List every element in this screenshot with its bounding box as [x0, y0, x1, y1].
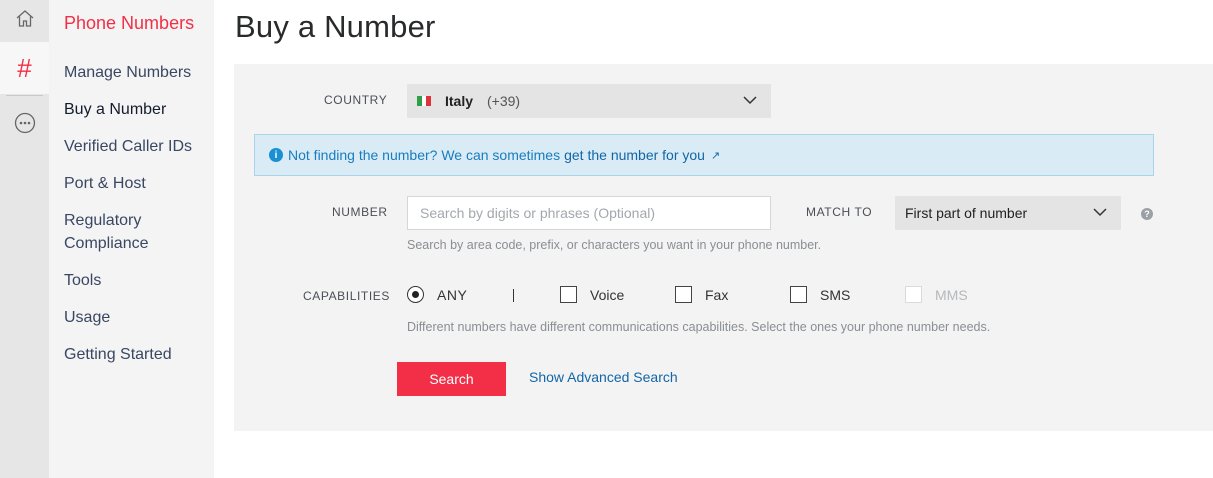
get-number-link[interactable]: get the number for you [564, 147, 705, 163]
help-question-icon[interactable]: ? [1141, 208, 1153, 220]
subnav-title: Phone Numbers [64, 13, 195, 33]
number-label: NUMBER [332, 205, 388, 219]
chevron-down-icon [743, 96, 757, 105]
capability-divider [513, 289, 514, 302]
match-to-select[interactable]: First part of number [895, 196, 1121, 230]
subnav-item-verified-caller-ids[interactable]: Verified Caller IDs [64, 135, 192, 158]
hash-icon: # [17, 52, 32, 83]
phone-numbers-nav-button[interactable]: # [0, 42, 49, 94]
home-button[interactable] [0, 0, 49, 38]
capability-label: Fax [705, 286, 729, 303]
subnav-item-regulatory-compliance[interactable]: Regulatory Compliance [64, 209, 148, 255]
more-button[interactable] [0, 104, 49, 142]
match-to-value: First part of number [905, 205, 1028, 221]
checkbox-icon [675, 286, 692, 303]
country-label: COUNTRY [324, 93, 388, 107]
number-search-input[interactable] [407, 196, 771, 230]
capability-fax-checkbox[interactable]: Fax [675, 286, 728, 303]
chevron-down-icon [1093, 208, 1107, 217]
checkbox-icon [905, 286, 922, 303]
capabilities-label: CAPABILITIES [303, 289, 391, 303]
buy-number-form-panel: COUNTRY Italy (+39) i Not finding the nu… [234, 64, 1213, 431]
country-name: Italy [445, 93, 474, 109]
checkbox-icon [560, 286, 577, 303]
subnav-item-port-host[interactable]: Port & Host [64, 172, 146, 195]
subnav-item-label-line2: Compliance [64, 235, 149, 252]
italy-flag-icon [417, 96, 432, 106]
country-code: (+39) [487, 93, 521, 109]
match-to-label: MATCH TO [806, 205, 873, 219]
capability-voice-checkbox[interactable]: Voice [560, 286, 624, 303]
capabilities-help-text: Different numbers have different communi… [407, 320, 991, 334]
page-title: Buy a Number [235, 9, 436, 44]
capability-label: MMS [935, 286, 968, 303]
subnav-item-getting-started[interactable]: Getting Started [64, 343, 172, 366]
capability-label: ANY [437, 286, 468, 303]
capability-label: Voice [590, 286, 625, 303]
subnav-item-usage[interactable]: Usage [64, 306, 110, 329]
subnav-item-tools[interactable]: Tools [64, 269, 101, 292]
capability-mms-checkbox: MMS [905, 286, 968, 303]
info-banner: i Not finding the number? We can sometim… [254, 134, 1154, 176]
rail-divider [6, 95, 43, 96]
country-select[interactable]: Italy (+39) [407, 84, 771, 118]
capability-sms-checkbox[interactable]: SMS [790, 286, 850, 303]
subnav-item-label-line1: Regulatory [64, 212, 142, 229]
sub-navigation: Phone Numbers Manage Numbers Buy a Numbe… [49, 0, 214, 478]
search-button[interactable]: Search [397, 362, 506, 396]
home-icon [16, 10, 33, 27]
subnav-item-manage-numbers[interactable]: Manage Numbers [64, 61, 191, 84]
info-icon: i [269, 148, 283, 162]
info-text: Not finding the number? We can sometimes [288, 147, 561, 163]
show-advanced-search-link[interactable]: Show Advanced Search [529, 369, 678, 385]
radio-icon [407, 286, 424, 303]
more-icon [14, 112, 35, 134]
subnav-item-buy-a-number[interactable]: Buy a Number [64, 98, 166, 121]
number-help-text: Search by area code, prefix, or characte… [407, 238, 822, 252]
capability-label: SMS [820, 286, 851, 303]
capability-any-radio[interactable]: ANY [407, 286, 467, 303]
checkbox-icon [790, 286, 807, 303]
icon-rail: # [0, 0, 49, 478]
external-link-icon: ↗ [710, 149, 721, 162]
